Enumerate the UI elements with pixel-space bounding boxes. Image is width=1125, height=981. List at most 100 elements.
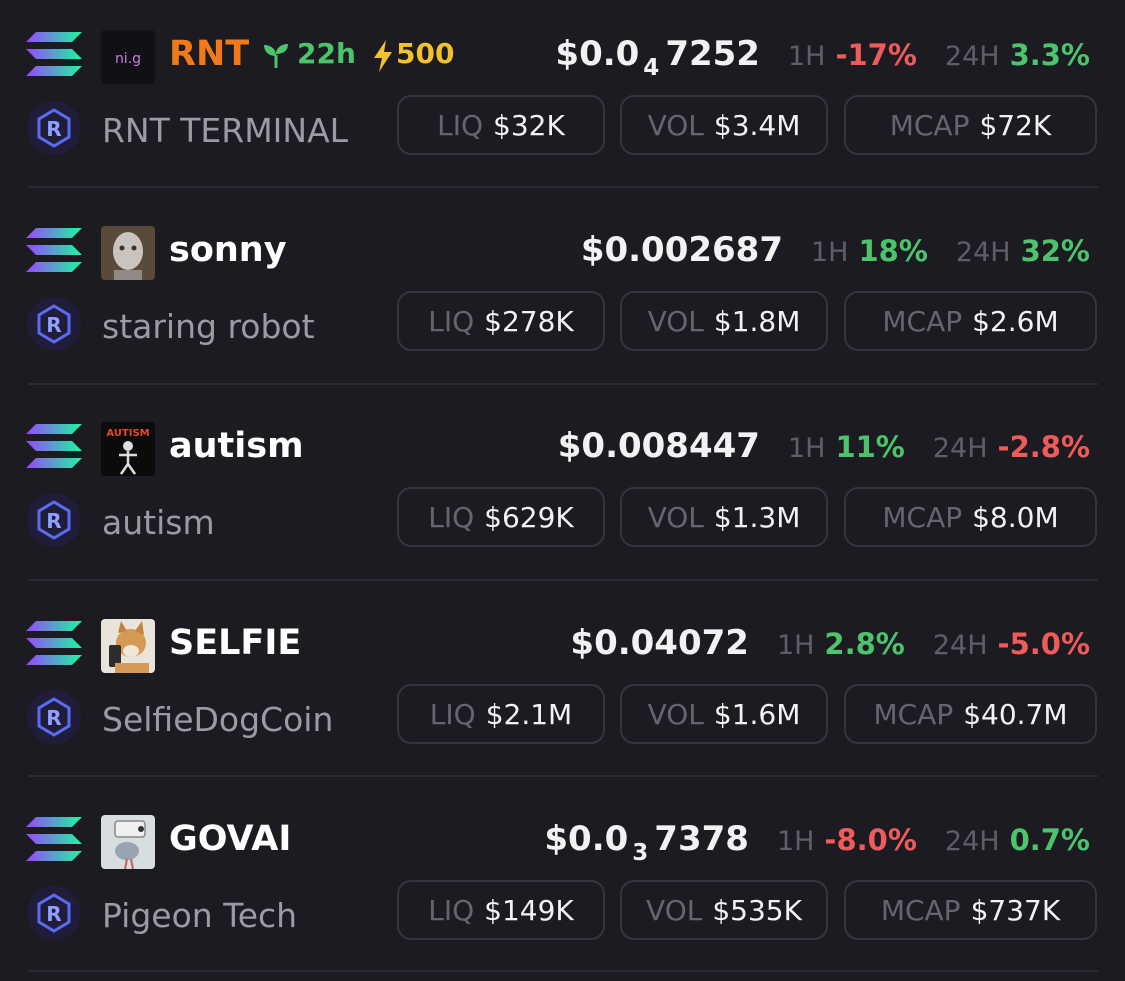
vol-value: $535K [712, 893, 802, 927]
vol-value: $3.4M [713, 108, 801, 142]
mcap-pill: MCAP $72K [844, 95, 1097, 155]
vol-value: $1.3M [713, 500, 801, 534]
liq-label: LIQ [429, 697, 476, 731]
token-logo: ni.g [101, 30, 155, 84]
price-prefix: $0.002687 [580, 230, 783, 270]
h1-change: 18% [858, 234, 928, 268]
token-name: Pigeon Tech [102, 896, 298, 935]
token-logo [101, 619, 155, 673]
mcap-pill: MCAP $40.7M [844, 684, 1097, 744]
raydium-icon: R [27, 297, 81, 351]
solana-icon [26, 621, 82, 665]
h1-label: 1H [776, 630, 815, 661]
price-stats: $0.04072 1H 2.8% 24H -5.0% [570, 623, 1090, 663]
mcap-value: $737K [970, 893, 1061, 927]
h1-change: 2.8% [824, 627, 905, 661]
h24-label: 24H [932, 433, 988, 464]
mcap-pill: MCAP $737K [844, 880, 1097, 940]
solana-icon [26, 817, 82, 861]
seedling-icon [264, 44, 288, 68]
h1-change: -17% [835, 38, 917, 72]
volume-pill: VOL $3.4M [620, 95, 828, 155]
price: $0.04072 [570, 623, 749, 663]
token-row-rnt[interactable]: ni.g RNT 22h 500 $0.0 4 7252 1H -17% 24H 3… [0, 0, 1125, 196]
row-divider [28, 775, 1098, 777]
token-row-selfie[interactable]: SELFIE $0.04072 1H 2.8% 24H -5.0% R Self… [0, 589, 1125, 785]
mcap-value: $8.0M [972, 500, 1059, 534]
mcap-label: MCAP [882, 304, 963, 338]
volume-pill: VOL $1.6M [620, 684, 828, 744]
row-divider [28, 579, 1098, 581]
solana-icon [26, 32, 82, 76]
price-stats: $0.002687 1H 18% 24H 32% [581, 230, 1090, 270]
liq-value: $629K [484, 500, 574, 534]
price-digits: 7378 [654, 819, 749, 859]
price-zero-count: 4 [643, 55, 660, 81]
liquidity-pill: LIQ $2.1M [397, 684, 605, 744]
token-logo [101, 815, 155, 869]
token-list: ni.g RNT 22h 500 $0.0 4 7252 1H -17% 24H 3… [0, 0, 1125, 975]
row-divider [28, 970, 1098, 972]
liquidity-pill: LIQ $32K [397, 95, 605, 155]
token-logo-text: ni.g [115, 51, 141, 67]
vol-label: VOL [647, 108, 704, 142]
token-logo [101, 226, 155, 280]
h24-change: -2.8% [997, 430, 1090, 464]
token-symbol: SELFIE [169, 623, 302, 663]
liq-label: LIQ [428, 304, 475, 338]
h24-label: 24H [944, 826, 1000, 857]
mcap-label: MCAP [889, 108, 970, 142]
liq-label: LIQ [428, 893, 475, 927]
liq-label: LIQ [428, 500, 475, 534]
raydium-icon: R [27, 101, 81, 155]
h24-change: 32% [1020, 234, 1090, 268]
price-prefix: $0.0 [555, 34, 640, 74]
vol-label: VOL [647, 304, 704, 338]
volume-pill: VOL $1.8M [620, 291, 828, 351]
token-row-autism[interactable]: AUTISM autism $0.008447 1H 11% 24H -2.8%… [0, 392, 1125, 588]
price-stats: $0.0 3 7378 1H -8.0% 24H 0.7% [544, 819, 1090, 866]
svg-text:R: R [46, 117, 61, 141]
price: $0.0 3 7378 [544, 819, 749, 866]
token-row-govai[interactable]: GOVAI $0.0 3 7378 1H -8.0% 24H 0.7% R Pige… [0, 785, 1125, 981]
h1-label: 1H [811, 237, 849, 268]
liq-value: $32K [493, 108, 565, 142]
row-divider [28, 186, 1098, 188]
h24-label: 24H [955, 237, 1011, 268]
svg-text:R: R [46, 902, 61, 926]
vol-label: VOL [647, 697, 704, 731]
h24-change: 0.7% [1009, 823, 1090, 857]
price-stats: $0.0 4 7252 1H -17% 24H 3.3% [555, 34, 1090, 81]
mcap-pill: MCAP $2.6M [844, 291, 1097, 351]
solana-icon [26, 424, 82, 468]
mcap-value: $72K [979, 108, 1052, 142]
token-row-sonny[interactable]: sonny $0.002687 1H 18% 24H 32% R staring… [0, 196, 1125, 392]
vol-label: VOL [646, 893, 703, 927]
svg-text:R: R [46, 313, 61, 337]
token-age: 22h [297, 37, 356, 70]
h24-change: -5.0% [997, 627, 1090, 661]
price-prefix: $0.008447 [557, 426, 760, 466]
h1-label: 1H [787, 433, 826, 464]
token-name: staring robot [102, 307, 315, 346]
h24-label: 24H [944, 41, 1000, 72]
lightning-icon [374, 40, 392, 72]
mcap-label: MCAP [873, 697, 954, 731]
h1-change: 11% [835, 430, 905, 464]
price: $0.002687 [581, 230, 783, 270]
solana-icon [26, 228, 82, 272]
raydium-icon: R [27, 886, 81, 940]
vol-label: VOL [647, 500, 704, 534]
h24-label: 24H [932, 630, 988, 661]
h24-change: 3.3% [1009, 38, 1090, 72]
liq-value: $149K [484, 893, 574, 927]
token-symbol: GOVAI [169, 819, 292, 859]
price-prefix: $0.04072 [570, 623, 749, 663]
liq-value: $278K [484, 304, 574, 338]
mcap-label: MCAP [880, 893, 961, 927]
price: $0.008447 [558, 426, 760, 466]
token-symbol: RNT [169, 34, 250, 74]
h1-label: 1H [776, 826, 815, 857]
token-symbol: sonny [169, 230, 287, 270]
liquidity-pill: LIQ $629K [397, 487, 605, 547]
